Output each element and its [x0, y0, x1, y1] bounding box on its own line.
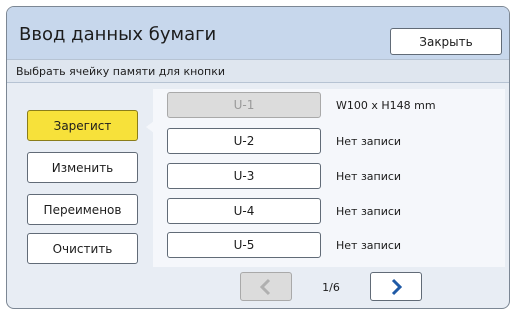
slot-description: W100 x H148 mm — [336, 99, 436, 112]
clear-button[interactable]: Очистить — [27, 233, 138, 264]
dialog-title: Ввод данных бумаги — [19, 24, 217, 45]
slot-description: Нет записи — [336, 239, 402, 252]
chevron-right-icon — [391, 278, 403, 295]
instruction-text: Выбрать ячейку памяти для кнопки — [16, 65, 226, 78]
slot-description: Нет записи — [336, 170, 402, 183]
memory-slot-u5[interactable]: U-5 — [167, 232, 321, 258]
slot-description: Нет записи — [336, 205, 402, 218]
slot-description: Нет записи — [336, 135, 402, 148]
instruction-bar: Выбрать ячейку памяти для кнопки — [7, 59, 509, 83]
next-page-button[interactable] — [370, 272, 422, 301]
previous-page-button[interactable] — [240, 272, 292, 301]
rename-button[interactable]: Переименов — [27, 194, 138, 225]
dialog-window: Ввод данных бумаги Закрыть Выбрать ячейк… — [6, 6, 510, 309]
memory-slot-u4[interactable]: U-4 — [167, 198, 321, 224]
register-button[interactable]: Зарегист — [27, 110, 138, 141]
memory-slot-u1[interactable]: U-1 — [167, 92, 321, 118]
close-button[interactable]: Закрыть — [390, 28, 502, 55]
selection-pointer — [146, 121, 154, 133]
page-indicator: 1/6 — [322, 281, 340, 294]
chevron-left-icon — [259, 278, 271, 295]
edit-button[interactable]: Изменить — [27, 152, 138, 183]
memory-slot-u3[interactable]: U-3 — [167, 163, 321, 189]
memory-slot-u2[interactable]: U-2 — [167, 128, 321, 154]
